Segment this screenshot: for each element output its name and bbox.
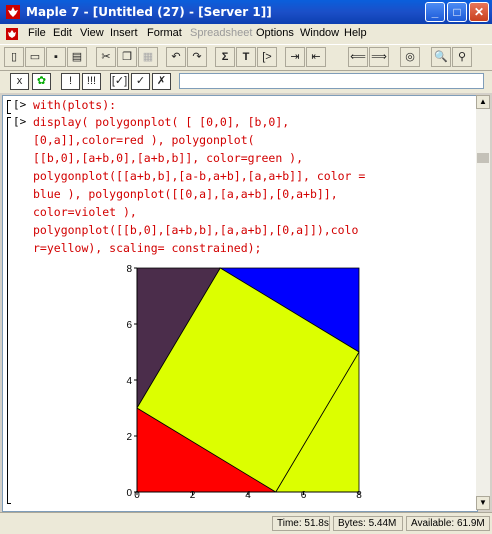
back-icon[interactable]: ⟸ bbox=[348, 47, 368, 67]
scroll-up-icon[interactable]: ▲ bbox=[476, 95, 490, 109]
scroll-down-icon[interactable]: ▼ bbox=[476, 496, 490, 510]
paste-icon[interactable]: ▦ bbox=[138, 47, 158, 67]
polygon-plot[interactable]: 0 2 4 6 802468 bbox=[113, 264, 363, 504]
redo-icon[interactable]: ↷ bbox=[187, 47, 207, 67]
menu-window[interactable]: Window bbox=[300, 27, 339, 39]
menu-help[interactable]: Help bbox=[344, 27, 367, 39]
status-available: Available: 61.9M bbox=[406, 516, 490, 531]
x-tick-label: 4 bbox=[245, 490, 251, 501]
sigma-icon[interactable]: Σ bbox=[215, 47, 235, 67]
scroll-thumb[interactable] bbox=[477, 153, 489, 163]
zoom-in-icon[interactable]: 🔍 bbox=[431, 47, 451, 67]
check-button[interactable]: ✓ bbox=[131, 73, 150, 90]
x-tick-label: 8 bbox=[356, 490, 362, 501]
input-line-2[interactable]: display( polygonplot( [ [0,0], [b,0], [0… bbox=[33, 113, 365, 257]
y-tick-label: 6 bbox=[126, 320, 132, 331]
title-bar[interactable]: Maple 7 - [Untitled (27) - [Server 1]] _… bbox=[0, 0, 492, 24]
print-icon[interactable]: ▤ bbox=[67, 47, 87, 67]
stop-icon[interactable]: ◎ bbox=[400, 47, 420, 67]
input-line-1[interactable]: with(plots): bbox=[33, 96, 116, 114]
window-title: Maple 7 - [Untitled (27) - [Server 1]] bbox=[26, 5, 272, 19]
maple-leaf-icon bbox=[6, 5, 20, 19]
maximize-button[interactable]: □ bbox=[447, 2, 467, 22]
x-button[interactable]: x bbox=[10, 73, 29, 90]
menu-spreadsheet[interactable]: Spreadsheet bbox=[190, 27, 252, 39]
x-tick-label: 2 bbox=[190, 490, 196, 501]
indent-icon[interactable]: ⇥ bbox=[285, 47, 305, 67]
execute-button[interactable]: ! bbox=[61, 73, 80, 90]
context-input[interactable] bbox=[179, 73, 484, 89]
forward-icon[interactable]: ⟹ bbox=[369, 47, 389, 67]
y-tick-label: 2 bbox=[126, 432, 132, 443]
prompt-1: [> bbox=[13, 98, 27, 111]
menu-insert[interactable]: Insert bbox=[110, 27, 138, 39]
open-icon[interactable]: ▭ bbox=[25, 47, 45, 67]
main-toolbar: ▯ ▭ ▪ ▤ ✂ ❐ ▦ ↶ ↷ Σ T [> ⇥ ⇤ ⟸ ⟹ ◎ 🔍 ⚲ bbox=[0, 45, 492, 71]
text-icon[interactable]: T bbox=[236, 47, 256, 67]
outdent-icon[interactable]: ⇤ bbox=[306, 47, 326, 67]
plot-polygons bbox=[136, 267, 360, 493]
y-tick-label: 4 bbox=[126, 376, 132, 387]
prompt-2: [> bbox=[13, 115, 27, 128]
menu-view[interactable]: View bbox=[80, 27, 104, 39]
menu-edit[interactable]: Edit bbox=[53, 27, 72, 39]
check-bracket-button[interactable]: [✓] bbox=[110, 73, 129, 90]
worksheet[interactable]: [> with(plots): [> display( polygonplot(… bbox=[2, 95, 478, 512]
document-icon[interactable] bbox=[5, 27, 19, 41]
menu-file[interactable]: File bbox=[28, 27, 46, 39]
close-button[interactable]: ✕ bbox=[469, 2, 489, 22]
save-icon[interactable]: ▪ bbox=[46, 47, 66, 67]
debug-icon[interactable]: ✿ bbox=[32, 73, 51, 90]
minimize-button[interactable]: _ bbox=[425, 2, 445, 22]
cancel-button[interactable]: ✗ bbox=[152, 73, 171, 90]
vertical-scrollbar[interactable]: ▲ ▼ bbox=[476, 95, 490, 510]
status-bar: Time: 51.8s Bytes: 5.44M Available: 61.9… bbox=[0, 512, 492, 534]
group-bracket bbox=[7, 100, 11, 114]
group-bracket bbox=[7, 117, 11, 504]
menu-bar: File Edit View Insert Format Spreadsheet… bbox=[0, 24, 492, 45]
y-tick-label: 8 bbox=[126, 264, 132, 275]
new-icon[interactable]: ▯ bbox=[4, 47, 24, 67]
x-tick-label: 6 bbox=[301, 490, 307, 501]
prompt-icon[interactable]: [> bbox=[257, 47, 277, 67]
menu-format[interactable]: Format bbox=[147, 27, 182, 39]
cut-icon[interactable]: ✂ bbox=[96, 47, 116, 67]
undo-icon[interactable]: ↶ bbox=[166, 47, 186, 67]
y-tick-label: 0 bbox=[126, 488, 132, 499]
execute-all-button[interactable]: !!! bbox=[82, 73, 101, 90]
status-bytes: Bytes: 5.44M bbox=[333, 516, 403, 531]
status-time: Time: 51.8s bbox=[272, 516, 330, 531]
zoom-out-icon[interactable]: ⚲ bbox=[452, 47, 472, 67]
copy-icon[interactable]: ❐ bbox=[117, 47, 137, 67]
menu-options[interactable]: Options bbox=[256, 27, 294, 39]
